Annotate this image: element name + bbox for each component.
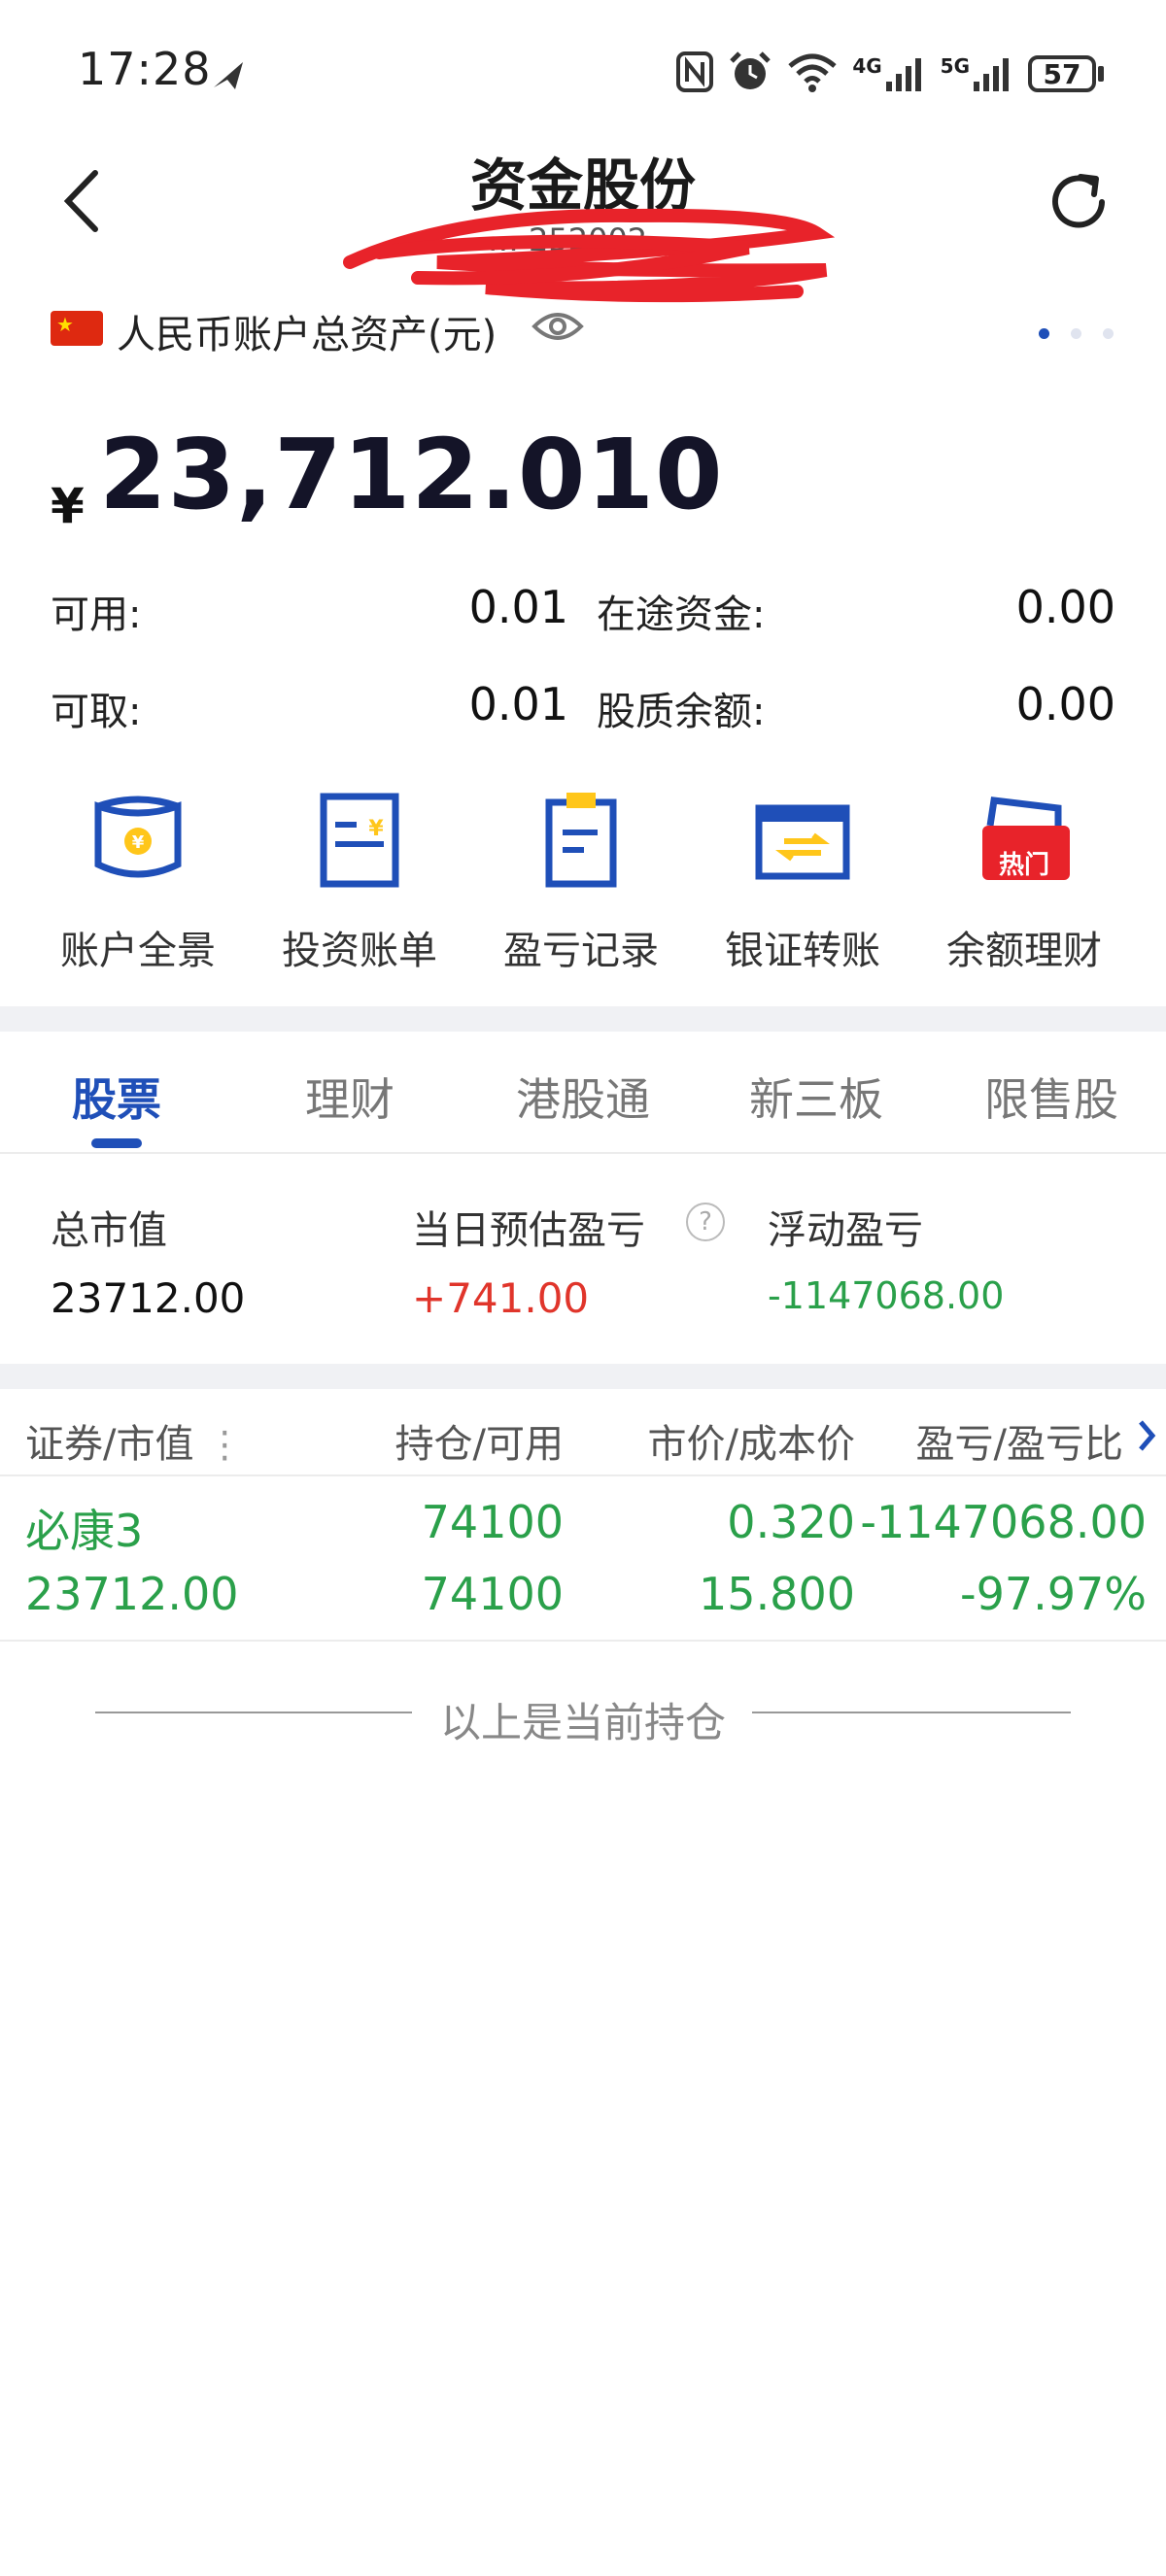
refresh-icon bbox=[1052, 174, 1105, 228]
in-transit-value: 0.00 bbox=[1015, 581, 1115, 633]
in-transit-label: 在途资金: bbox=[597, 593, 766, 637]
section-divider bbox=[0, 1006, 1166, 1032]
quick-action-bank-transfer[interactable]: 银证转账 bbox=[705, 787, 900, 975]
active-tab-indicator bbox=[91, 1138, 142, 1148]
eye-icon bbox=[532, 313, 584, 340]
help-icon[interactable]: ? bbox=[686, 1203, 725, 1241]
col-header-price[interactable]: 市价/成本价 bbox=[583, 1412, 855, 1469]
location-arrow-icon bbox=[210, 58, 249, 97]
quick-action-balance-finance[interactable]: 热门 余额理财 bbox=[927, 787, 1121, 975]
bank-transfer-icon bbox=[755, 804, 850, 880]
tab-stocks[interactable]: 股票 bbox=[39, 1065, 194, 1129]
daily-pnl: +741.00 bbox=[412, 1274, 590, 1322]
stock-name: 必康3 bbox=[25, 1505, 144, 1557]
tab-restricted[interactable]: 限售股 bbox=[954, 1065, 1149, 1129]
col-header-position[interactable]: 持仓/可用 bbox=[292, 1412, 564, 1469]
stock-position: 74100 bbox=[421, 1496, 564, 1548]
market-value: 23712.00 bbox=[51, 1274, 246, 1322]
china-flag-icon: ★ bbox=[51, 311, 103, 346]
status-icons: 4G 5G 57 bbox=[675, 47, 1104, 101]
signal-4g-icon: 4G bbox=[852, 54, 926, 93]
quick-action-invest-bill[interactable]: ¥ 投资账单 bbox=[262, 787, 457, 975]
quick-action-account-panorama[interactable]: ¥ 账户全景 bbox=[41, 787, 235, 975]
pledge-balance-value: 0.00 bbox=[1015, 678, 1115, 730]
floating-pnl-label: 浮动盈亏 bbox=[768, 1208, 923, 1253]
alarm-icon bbox=[728, 50, 772, 98]
page-dot bbox=[1071, 328, 1081, 339]
page-dot bbox=[1103, 328, 1114, 339]
account-panorama-icon: ¥ bbox=[94, 796, 182, 878]
visibility-toggle[interactable] bbox=[531, 307, 585, 346]
stock-pnl: -1147068.00 bbox=[860, 1496, 1147, 1548]
invest-bill-icon: ¥ bbox=[320, 793, 399, 888]
tab-wealth[interactable]: 理财 bbox=[272, 1065, 428, 1129]
stock-cost: 15.800 bbox=[699, 1568, 855, 1620]
pledge-balance-label: 股质余额: bbox=[597, 690, 766, 734]
wifi-icon bbox=[786, 51, 839, 97]
svg-text:¥: ¥ bbox=[368, 817, 384, 841]
withdrawable-value: 0.01 bbox=[468, 678, 568, 730]
col-header-security[interactable]: 证券/市值 ⋮ bbox=[25, 1412, 243, 1469]
total-asset-value: 23,712.010 bbox=[99, 418, 724, 531]
scroll-right-indicator[interactable] bbox=[1135, 1416, 1158, 1459]
nfc-icon bbox=[675, 51, 714, 97]
status-time: 17:28 bbox=[78, 43, 212, 95]
holdings-end-note: 以上是当前持仓 bbox=[439, 1699, 726, 1746]
col-header-pnl[interactable]: 盈亏/盈亏比 bbox=[871, 1412, 1123, 1469]
currency-symbol: ¥ bbox=[51, 478, 85, 534]
floating-pnl: -1147068.00 bbox=[768, 1274, 1005, 1317]
tab-hk-connect[interactable]: 港股通 bbox=[486, 1065, 680, 1129]
tab-neeq[interactable]: 新三板 bbox=[719, 1065, 913, 1129]
stock-price: 0.320 bbox=[727, 1496, 855, 1548]
footer-line-right bbox=[752, 1712, 1071, 1713]
pnl-record-icon bbox=[545, 793, 617, 888]
available-value: 0.01 bbox=[468, 581, 568, 633]
withdrawable-label: 可取: bbox=[51, 690, 142, 734]
divider bbox=[0, 1640, 1166, 1642]
daily-pnl-label: 当日预估盈亏 bbox=[412, 1208, 645, 1253]
available-label: 可用: bbox=[51, 593, 142, 637]
section-divider bbox=[0, 1364, 1166, 1389]
battery-icon: 57 bbox=[1028, 55, 1104, 92]
stock-pnl-ratio: -97.97% bbox=[960, 1568, 1147, 1620]
page-dot bbox=[1039, 328, 1049, 339]
quick-action-pnl-record[interactable]: 盈亏记录 bbox=[484, 787, 678, 975]
divider bbox=[0, 1152, 1166, 1154]
stock-market-value: 23712.00 bbox=[25, 1568, 239, 1620]
hot-badge: 热门 bbox=[998, 851, 1049, 880]
total-asset-label: 人民币账户总资产(元) bbox=[117, 313, 497, 357]
refresh-button[interactable] bbox=[1042, 165, 1115, 239]
redaction-scribble bbox=[340, 194, 845, 311]
table-row[interactable]: 必康3 23712.00 74100 74100 0.320 15.800 -1… bbox=[0, 1476, 1166, 1640]
chevron-right-icon bbox=[1139, 1420, 1156, 1451]
page-indicator bbox=[1039, 328, 1114, 339]
stock-available: 74100 bbox=[421, 1568, 564, 1620]
more-vertical-icon: ⋮ bbox=[206, 1423, 244, 1466]
market-value-label: 总市值 bbox=[51, 1208, 167, 1253]
svg-text:¥: ¥ bbox=[132, 832, 145, 853]
signal-5g-icon: 5G bbox=[941, 54, 1014, 93]
